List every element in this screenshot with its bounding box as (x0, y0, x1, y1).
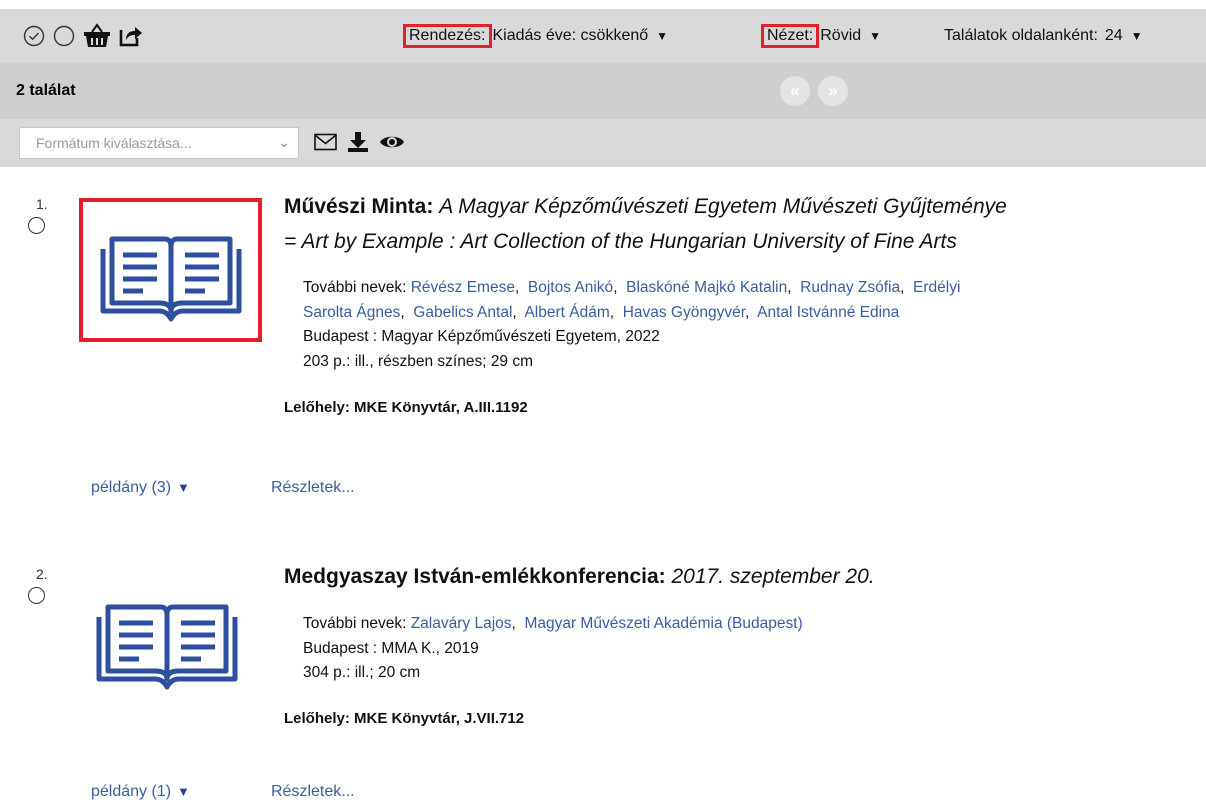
record-location: Lelőhely: MKE Könyvtár, A.III.1192 (284, 399, 528, 416)
copies-label[interactable]: példány (3) (91, 479, 171, 496)
record-select-radio[interactable] (28, 587, 45, 604)
per-page-dropdown-icon[interactable]: ▼ (1131, 29, 1143, 43)
pager: « » (780, 76, 848, 106)
title-separator: : (658, 565, 672, 588)
author-link[interactable]: Albert Ádám (524, 304, 609, 321)
record-location: Lelőhely: MKE Könyvtár, J.VII.712 (284, 710, 525, 727)
details-link[interactable]: Részletek... (271, 479, 355, 497)
record-title[interactable]: Művészi Minta: A Magyar Képzőművészeti E… (284, 189, 1007, 224)
title-parallel[interactable]: = Art by Example : Art Collection of the… (284, 230, 957, 253)
sort-control[interactable]: Rendezés: Kiadás éve: csökkenő ▼ (403, 9, 668, 63)
author-link[interactable]: Erdélyi (913, 279, 960, 296)
circle-icon[interactable] (53, 25, 75, 47)
record-publisher: Budapest : MMA K., 2019 (303, 639, 479, 657)
author-link[interactable]: Sarolta Ágnes (303, 304, 400, 321)
record-publisher: Budapest : Magyar Képzőművészeti Egyetem… (303, 328, 660, 345)
format-bar: Formátum kiválasztása... ⌄ (0, 119, 1206, 167)
view-control[interactable]: Nézet: Rövid ▼ (760, 9, 881, 63)
record-physical: 203 p.: ill., részben színes; 29 cm (303, 352, 534, 370)
per-page-control[interactable]: Találatok oldalanként: 24 ▼ (944, 9, 1143, 63)
sort-value[interactable]: Kiadás éve: csökkenő (493, 27, 649, 45)
author-link[interactable]: Magyar Művészeti Akadémia (Budapest) (524, 615, 802, 632)
view-value[interactable]: Rövid (820, 27, 861, 45)
top-icons-group (23, 21, 143, 51)
eye-icon[interactable] (379, 133, 405, 151)
author-link[interactable]: Bojtos Anikó (528, 279, 613, 296)
record-title-line2[interactable]: = Art by Example : Art Collection of the… (284, 224, 957, 259)
author-link[interactable]: Havas Gyöngyvér (623, 304, 745, 321)
record-physical: 304 p.: ill.; 20 cm (303, 664, 421, 681)
title-subtitle[interactable]: 2017. szeptember 20. (672, 565, 875, 588)
view-dropdown-icon[interactable]: ▼ (869, 29, 881, 43)
results-count: 2 találat (16, 82, 76, 99)
title-main[interactable]: Medgyaszay István-emlékkonferencia (284, 565, 659, 588)
author-link[interactable]: Zalaváry Lajos (411, 615, 512, 632)
copies-toggle[interactable]: példány (1) ▼ (91, 783, 190, 801)
book-icon[interactable] (97, 223, 245, 323)
details-link[interactable]: Részletek... (271, 783, 355, 801)
caret-down-icon[interactable]: ▼ (177, 784, 190, 799)
per-page-label: Találatok oldalanként: (944, 27, 1098, 44)
download-icon[interactable] (347, 131, 369, 153)
sort-label: Rendezés: (403, 24, 492, 48)
copies-label[interactable]: példány (1) (91, 783, 171, 800)
author-link[interactable]: Révész Emese (411, 279, 515, 296)
top-toolbar: Rendezés: Kiadás éve: csökkenő ▼ Nézet: … (0, 9, 1206, 63)
record-title[interactable]: Medgyaszay István-emlékkonferencia: 2017… (284, 559, 875, 594)
copies-toggle[interactable]: példány (3) ▼ (91, 479, 190, 497)
record-number: 2. (36, 566, 48, 582)
check-circle-icon[interactable] (23, 25, 45, 47)
author-link[interactable]: Rudnay Zsófia (800, 279, 900, 296)
title-subtitle[interactable]: A Magyar Képzőművészeti Egyetem Művészet… (439, 195, 1007, 218)
mail-icon[interactable] (314, 133, 337, 151)
per-page-value[interactable]: 24 (1105, 27, 1123, 45)
names-label: További nevek: (303, 615, 411, 632)
names-label: További nevek: (303, 279, 411, 296)
next-page-button[interactable]: » (818, 76, 848, 106)
format-actions (314, 131, 405, 153)
record-names: További nevek: Zalaváry Lajos, Magyar Mű… (303, 615, 803, 681)
basket-icon[interactable] (83, 23, 111, 49)
caret-down-icon[interactable]: ▼ (177, 480, 190, 495)
author-link[interactable]: Blaskóné Majkó Katalin (626, 279, 787, 296)
prev-page-button[interactable]: « (780, 76, 810, 106)
view-label: Nézet: (760, 24, 820, 48)
title-separator: : (426, 195, 440, 218)
record-select-radio[interactable] (28, 217, 45, 234)
record-names: További nevek: Révész Emese, Bojtos Anik… (303, 279, 961, 370)
chevron-down-icon: ⌄ (278, 134, 290, 150)
sort-dropdown-icon[interactable]: ▼ (656, 29, 668, 43)
author-link[interactable]: Antal Istvánné Edina (757, 304, 899, 321)
results-count-bar: 2 találat « » (0, 63, 1206, 119)
format-select-placeholder: Formátum kiválasztása... (36, 135, 192, 151)
record-number: 1. (36, 196, 48, 212)
book-icon[interactable] (93, 591, 241, 691)
title-main[interactable]: Művészi Minta (284, 195, 426, 218)
author-link[interactable]: Gabelics Antal (413, 304, 512, 321)
format-select[interactable]: Formátum kiválasztása... ⌄ (19, 127, 299, 159)
share-icon[interactable] (119, 25, 143, 47)
